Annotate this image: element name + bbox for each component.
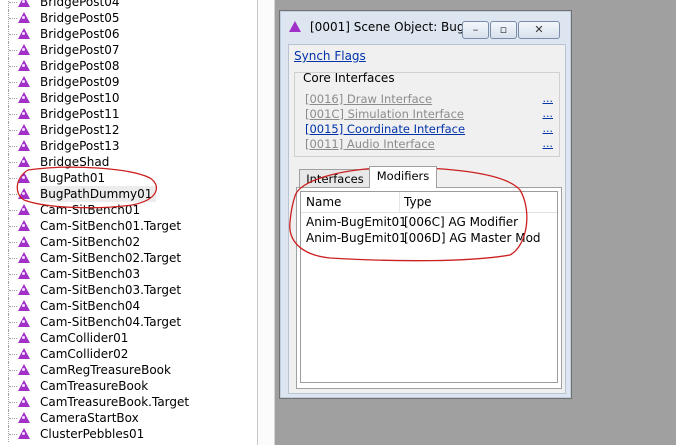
object-icon	[18, 204, 30, 215]
column-header-name[interactable]: Name	[306, 195, 341, 209]
tab-modifiers[interactable]: Modifiers	[369, 166, 437, 188]
tree-item[interactable]: Cam-SitBench02	[0, 234, 257, 250]
object-icon	[18, 348, 30, 359]
column-header-type[interactable]: Type	[404, 195, 432, 209]
tree-item[interactable]: BridgePost13	[0, 138, 257, 154]
object-icon	[289, 21, 301, 32]
interface-link[interactable]: [001C] Simulation Interface	[305, 107, 464, 121]
list-row[interactable]: Anim-BugEmit01 [006D] AG Master Mod	[301, 231, 557, 247]
modifiers-tab-panel: Name Type Anim-BugEmit01 [006C] AG Modif…	[296, 187, 562, 389]
object-icon	[18, 188, 30, 199]
tree-item[interactable]: BridgePost05	[0, 10, 257, 26]
object-icon	[18, 396, 30, 407]
tree-item[interactable]: BridgePost11	[0, 106, 257, 122]
tree-item[interactable]: CamCollider02	[0, 346, 257, 362]
splitter[interactable]	[258, 0, 274, 445]
object-icon	[18, 364, 30, 375]
core-interface-item[interactable]: [001C] Simulation Interface ...	[305, 107, 557, 122]
core-interfaces-group: Core Interfaces [0016] Draw Interface ..…	[294, 71, 560, 157]
window-titlebar[interactable]: [0001] Scene Object: BugPa... – ▫ ✕	[280, 11, 571, 45]
tree-item[interactable]: BridgePost10	[0, 90, 257, 106]
modifiers-list[interactable]: Name Type Anim-BugEmit01 [006C] AG Modif…	[300, 191, 558, 383]
object-icon	[18, 268, 30, 279]
object-icon	[18, 220, 30, 231]
tree-item[interactable]: Cam-SitBench02.Target	[0, 250, 257, 266]
modifier-name: Anim-BugEmit01	[306, 215, 407, 229]
object-icon	[18, 44, 30, 55]
tree-item[interactable]: BridgePost09	[0, 74, 257, 90]
interface-link[interactable]: [0016] Draw Interface	[305, 92, 432, 106]
modifier-type: [006D] AG Master Mod	[404, 231, 541, 245]
tree-item-selected[interactable]: BugPathDummy01	[0, 186, 257, 202]
core-interface-item[interactable]: [0015] Coordinate Interface ...	[305, 122, 557, 137]
more-button[interactable]: ...	[543, 122, 554, 135]
tree-item[interactable]: BridgePost12	[0, 122, 257, 138]
object-icon	[18, 172, 30, 183]
tree-item[interactable]: Cam-SitBench01	[0, 202, 257, 218]
synch-flags-link[interactable]: Synch Flags	[294, 49, 366, 63]
tree-item[interactable]: Cam-SitBench04	[0, 298, 257, 314]
tree-item[interactable]: Cam-SitBench04.Target	[0, 314, 257, 330]
object-icon	[18, 236, 30, 247]
tree-item[interactable]: BugPath01	[0, 170, 257, 186]
object-icon	[18, 380, 30, 391]
more-button[interactable]: ...	[543, 137, 554, 150]
core-interface-item[interactable]: [0016] Draw Interface ...	[305, 92, 557, 107]
object-icon	[18, 252, 30, 263]
object-icon	[18, 12, 30, 23]
modifier-name: Anim-BugEmit01	[306, 231, 407, 245]
interface-link[interactable]: [0015] Coordinate Interface	[305, 122, 465, 136]
close-button[interactable]: ✕	[518, 21, 560, 39]
object-icon	[18, 300, 30, 311]
minimize-button[interactable]: –	[462, 21, 489, 39]
object-icon	[18, 108, 30, 119]
list-header: Name Type	[301, 192, 557, 213]
window-client-area: Synch Flags Core Interfaces [0016] Draw …	[288, 44, 566, 394]
tree-item[interactable]: BridgePost08	[0, 58, 257, 74]
object-icon	[18, 124, 30, 135]
object-icon	[18, 316, 30, 327]
tree-item[interactable]: BridgePost04	[0, 0, 257, 10]
tab-interfaces[interactable]: Interfaces	[299, 169, 371, 188]
tree-item[interactable]: Cam-SitBench03	[0, 266, 257, 282]
object-icon	[18, 156, 30, 167]
group-title: Core Interfaces	[303, 71, 395, 85]
object-icon	[18, 60, 30, 71]
modifier-type: [006C] AG Modifier	[404, 215, 519, 229]
object-icon	[18, 92, 30, 103]
tree-item[interactable]: Cam-SitBench01.Target	[0, 218, 257, 234]
tree-item[interactable]: ClusterPebbles01	[0, 426, 257, 442]
more-button[interactable]: ...	[543, 92, 554, 105]
tree-item[interactable]: Cam-SitBench03.Target	[0, 282, 257, 298]
tree-item[interactable]: CameraStartBox	[0, 410, 257, 426]
tree-item[interactable]: BridgeShad	[0, 154, 257, 170]
tree-item[interactable]: CamRegTreasureBook	[0, 362, 257, 378]
scene-object-window: [0001] Scene Object: BugPa... – ▫ ✕ Sync…	[279, 10, 572, 399]
tree-item[interactable]: CamCollider01	[0, 330, 257, 346]
maximize-button[interactable]: ▫	[490, 21, 517, 39]
object-icon	[18, 140, 30, 151]
object-icon	[18, 332, 30, 343]
object-icon	[18, 412, 30, 423]
interface-link[interactable]: [0011] Audio Interface	[305, 137, 435, 151]
scene-object-tree[interactable]: BridgePost04 BridgePost05 BridgePost06 B…	[0, 0, 257, 445]
object-icon	[18, 76, 30, 87]
object-icon	[18, 428, 30, 439]
object-icon	[18, 0, 30, 7]
object-icon	[18, 28, 30, 39]
object-icon	[18, 284, 30, 295]
more-button[interactable]: ...	[543, 107, 554, 120]
core-interface-item[interactable]: [0011] Audio Interface ...	[305, 137, 557, 152]
tree-item[interactable]: BridgePost06	[0, 26, 257, 42]
list-row[interactable]: Anim-BugEmit01 [006C] AG Modifier	[301, 215, 557, 231]
tree-item[interactable]: CamTreasureBook	[0, 378, 257, 394]
column-divider[interactable]	[399, 192, 400, 212]
tree-item[interactable]: BridgePost07	[0, 42, 257, 58]
tree-item[interactable]: CamTreasureBook.Target	[0, 394, 257, 410]
